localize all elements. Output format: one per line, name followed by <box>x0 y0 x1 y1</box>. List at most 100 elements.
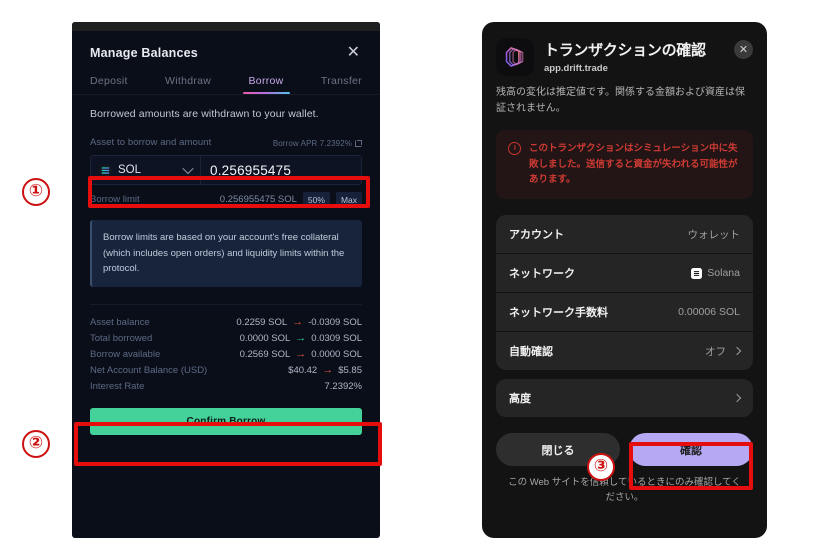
dialog-title: トランザクションの確認 <box>544 42 706 59</box>
stat-to: 7.2392% <box>324 380 362 392</box>
amount-input[interactable]: 0.256955475 <box>201 156 361 184</box>
detail-value: 0.00006 SOL <box>678 306 740 318</box>
asset-select[interactable]: SOL <box>91 156 201 184</box>
chevron-down-icon <box>182 162 194 175</box>
stat-label: Net Account Balance (USD) <box>90 364 208 376</box>
detail-value-text: ウォレット <box>687 228 741 241</box>
stat-values: 7.2392% <box>324 381 362 392</box>
arrow-icon: → <box>295 347 307 360</box>
chevron-right-icon <box>732 346 742 356</box>
dialog-actions: 閉じる 確認 <box>496 433 753 467</box>
detail-label: ネットワーク <box>509 268 575 281</box>
stat-row: Interest Rate 7.2392% <box>90 378 362 394</box>
asset-symbol: SOL <box>118 164 142 176</box>
info-callout-text: Borrow limits are based on your account'… <box>103 232 345 275</box>
tab-bar: Deposit Withdraw Borrow Transfer <box>72 61 380 94</box>
wallet-confirmation-dialog: トランザクションの確認 app.drift.trade ✕ 残高の変化は推定値で… <box>482 22 767 538</box>
detail-value: ウォレット <box>688 227 741 242</box>
external-link-icon <box>355 140 362 147</box>
simulation-failure-alert: このトランザクションはシミュレーション中に失敗しました。送信すると資金が失われる… <box>496 130 753 200</box>
advanced-section: 高度 <box>496 379 753 418</box>
arrow-icon: → <box>292 315 304 328</box>
detail-label: 自動確認 <box>509 346 553 359</box>
drift-logo-icon <box>496 38 534 76</box>
stat-to: 0.0000 SOL <box>311 348 362 360</box>
wallet-dialog-heading: トランザクションの確認 app.drift.trade <box>544 38 724 74</box>
asset-field-label: Asset to borrow and amount <box>90 137 212 148</box>
close-icon[interactable]: ✕ <box>734 40 753 59</box>
chevron-right-icon <box>732 393 742 403</box>
borrow-apr-label: Borrow APR 7.2392% <box>272 139 352 148</box>
step-marker-3: ③ <box>587 453 615 481</box>
detail-value: オフ <box>705 344 742 359</box>
stat-to: $5.85 <box>338 364 362 376</box>
detail-value-text: Solana <box>707 267 740 280</box>
detail-row-auto-confirm[interactable]: 自動確認 オフ <box>496 332 753 370</box>
confirm-borrow-button[interactable]: Confirm Borrow <box>90 408 362 436</box>
arrow-icon: → <box>322 363 334 376</box>
manage-balances-body: Manage Balances ✕ Deposit Withdraw Borro… <box>72 31 380 538</box>
stat-to: 0.0309 SOL <box>311 332 362 344</box>
alert-message: このトランザクションはシミュレーション中に失敗しました。送信すると資金が失われる… <box>529 143 738 186</box>
stat-row: Total borrowed 0.0000 SOL → 0.0309 SOL <box>90 330 362 346</box>
stat-row: Asset balance 0.2259 SOL → -0.0309 SOL <box>90 314 362 330</box>
warning-icon <box>508 142 521 155</box>
stat-label: Borrow available <box>90 348 161 360</box>
stat-from: $40.42 <box>288 364 318 376</box>
half-percent-button[interactable]: 50% <box>302 192 330 207</box>
stat-values: 0.2569 SOL → 0.0000 SOL <box>239 347 362 360</box>
wallet-dialog-header: トランザクションの確認 app.drift.trade ✕ <box>482 22 767 76</box>
tab-transfer[interactable]: Transfer <box>321 75 362 94</box>
borrow-apr[interactable]: Borrow APR 7.2392% <box>273 139 362 148</box>
stat-values: $40.42 → $5.85 <box>288 363 362 376</box>
step-marker-1-label: ① <box>28 181 44 201</box>
window-title-strip <box>72 22 380 31</box>
arrow-icon: → <box>295 331 307 344</box>
detail-value-text: オフ <box>705 345 726 358</box>
step-marker-3-label: ③ <box>593 456 609 476</box>
max-button[interactable]: Max <box>335 192 362 207</box>
tab-deposit[interactable]: Deposit <box>90 75 128 94</box>
step-marker-1: ① <box>22 178 50 206</box>
detail-row-network-fee: ネットワーク手数料 0.00006 SOL <box>496 293 753 333</box>
stat-values: 0.0000 SOL → 0.0309 SOL <box>239 331 362 344</box>
stat-row: Net Account Balance (USD) $40.42 → $5.85 <box>90 362 362 378</box>
stat-label: Interest Rate <box>90 380 145 392</box>
dialog-header: Manage Balances ✕ <box>72 31 380 61</box>
sol-token-icon <box>99 163 112 177</box>
detail-value: Solana <box>691 267 740 279</box>
tab-withdraw[interactable]: Withdraw <box>165 75 211 94</box>
site-domain: app.drift.trade <box>544 63 608 74</box>
detail-row-network: ネットワーク Solana <box>496 254 753 294</box>
borrow-limit-label: Borrow limit <box>90 194 140 205</box>
footer-note: この Web サイトを信頼しているときにのみ確認してください。 <box>508 477 741 504</box>
detail-row-account: アカウント ウォレット <box>496 215 753 255</box>
tab-borrow[interactable]: Borrow <box>242 75 290 94</box>
manage-balances-dialog: Manage Balances ✕ Deposit Withdraw Borro… <box>72 22 380 538</box>
detail-label: ネットワーク手数料 <box>509 307 608 320</box>
dialog-subtitle: 残高の変化は推定値です。関係する金額および資産は保証されません。 <box>496 87 745 114</box>
stats-list: Asset balance 0.2259 SOL → -0.0309 SOL T… <box>90 304 362 394</box>
page-title: Manage Balances <box>90 46 198 60</box>
borrow-note: Borrowed amounts are withdrawn to your w… <box>90 108 319 120</box>
stat-from: 0.2259 SOL <box>236 316 288 328</box>
detail-label: アカウント <box>509 229 564 242</box>
stat-from: 0.0000 SOL <box>239 332 291 344</box>
borrow-limit-value: 0.256955475 SOL <box>219 194 297 205</box>
transaction-details-list: アカウント ウォレット ネットワーク Solana ネットワーク手数料 0.00… <box>496 215 753 371</box>
borrow-limit-controls: 0.256955475 SOL 50% Max <box>220 192 362 207</box>
borrow-limit-row: Borrow limit 0.256955475 SOL 50% Max <box>72 185 380 207</box>
stat-values: 0.2259 SOL → -0.0309 SOL <box>236 315 362 328</box>
step-marker-2-label: ② <box>28 433 44 453</box>
asset-amount-input-row: SOL 0.256955475 <box>90 155 362 185</box>
close-icon[interactable]: ✕ <box>345 45 362 61</box>
stat-from: 0.2569 SOL <box>239 348 291 360</box>
solana-badge-icon <box>691 267 703 279</box>
stat-row: Borrow available 0.2569 SOL → 0.0000 SOL <box>90 346 362 362</box>
asset-field-header: Asset to borrow and amount Borrow APR 7.… <box>72 120 380 148</box>
info-callout: Borrow limits are based on your account'… <box>90 220 362 288</box>
detail-row-advanced[interactable]: 高度 <box>496 379 753 417</box>
confirm-button[interactable]: 確認 <box>629 433 753 467</box>
detail-value-text: 0.00006 SOL <box>678 306 740 319</box>
confirm-borrow-wrap: Confirm Borrow <box>90 408 362 436</box>
